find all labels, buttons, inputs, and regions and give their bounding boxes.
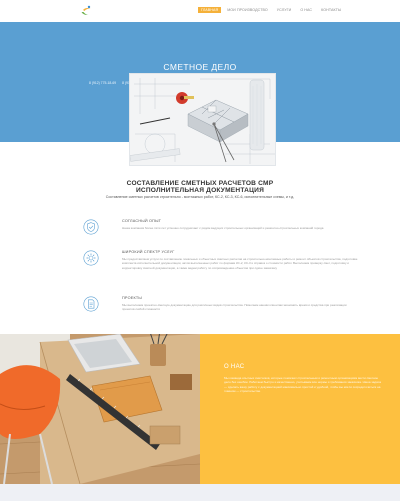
blueprint-illustration: [130, 74, 275, 165]
about-text: Мы команда опытных сметчиков, которые по…: [224, 376, 381, 394]
main-nav: ГЛАВНАЯ МОИ ПРОИЗВОДСТВО УСЛУГИ О НАС КО…: [198, 7, 344, 13]
about-section: О НАС Мы команда опытных сметчиков, кото…: [200, 334, 400, 484]
nav-item-contacts[interactable]: КОНТАКТЫ: [318, 7, 344, 13]
hero-title: СМЕТНОЕ ДЕЛО: [163, 62, 237, 72]
feature-services-text: Мы предоставляем услуги по составлению л…: [122, 257, 358, 270]
desk-photo: [0, 334, 200, 484]
top-header: ГЛАВНАЯ МОИ ПРОИЗВОДСТВО УСЛУГИ О НАС КО…: [0, 0, 400, 22]
blueprint-image: [129, 73, 276, 166]
services-subtitle: Составление сметных расчетов строительно…: [105, 195, 295, 199]
nav-item-production[interactable]: МОИ ПРОИЗВОДСТВО: [224, 7, 271, 13]
shield-check-icon: [83, 219, 99, 235]
nav-item-about[interactable]: О НАС: [297, 7, 315, 13]
about-title: О НАС: [224, 364, 245, 370]
feature-experience-title: СОГЛАСНЫЙ ОПЫТ: [122, 219, 162, 223]
feature-projects-text: Мы выполняем проектно-сметную документац…: [122, 303, 347, 312]
gear-icon: [83, 250, 99, 266]
logo-icon[interactable]: [80, 5, 93, 17]
document-icon: [83, 296, 99, 312]
services-title-line-2: ИСПОЛНИТЕЛЬНАЯ ДОКУМЕНТАЦИЯ: [135, 187, 265, 195]
services-title: СОСТАВЛЕНИЕ СМЕТНЫХ РАСЧЕТОВ СМР ИСПОЛНИ…: [0, 180, 400, 194]
footer-strip: [0, 484, 400, 501]
nav-item-services[interactable]: УСЛУГИ: [274, 7, 295, 13]
feature-projects-title: ПРОЕКТЫ: [122, 296, 142, 300]
feature-services-title: ШИРОКИЙ СПЕКТР УСЛУГ: [122, 250, 175, 254]
desk-illustration: [0, 334, 200, 484]
feature-experience-text: Наша компания более пяти лет успешно сот…: [122, 226, 324, 230]
services-title-line-1: СОСТАВЛЕНИЕ СМЕТНЫХ РАСЧЕТОВ СМР: [126, 180, 274, 187]
nav-item-home[interactable]: ГЛАВНАЯ: [198, 7, 222, 13]
phone-1[interactable]: 8 (912) 775-18-69: [89, 81, 116, 85]
